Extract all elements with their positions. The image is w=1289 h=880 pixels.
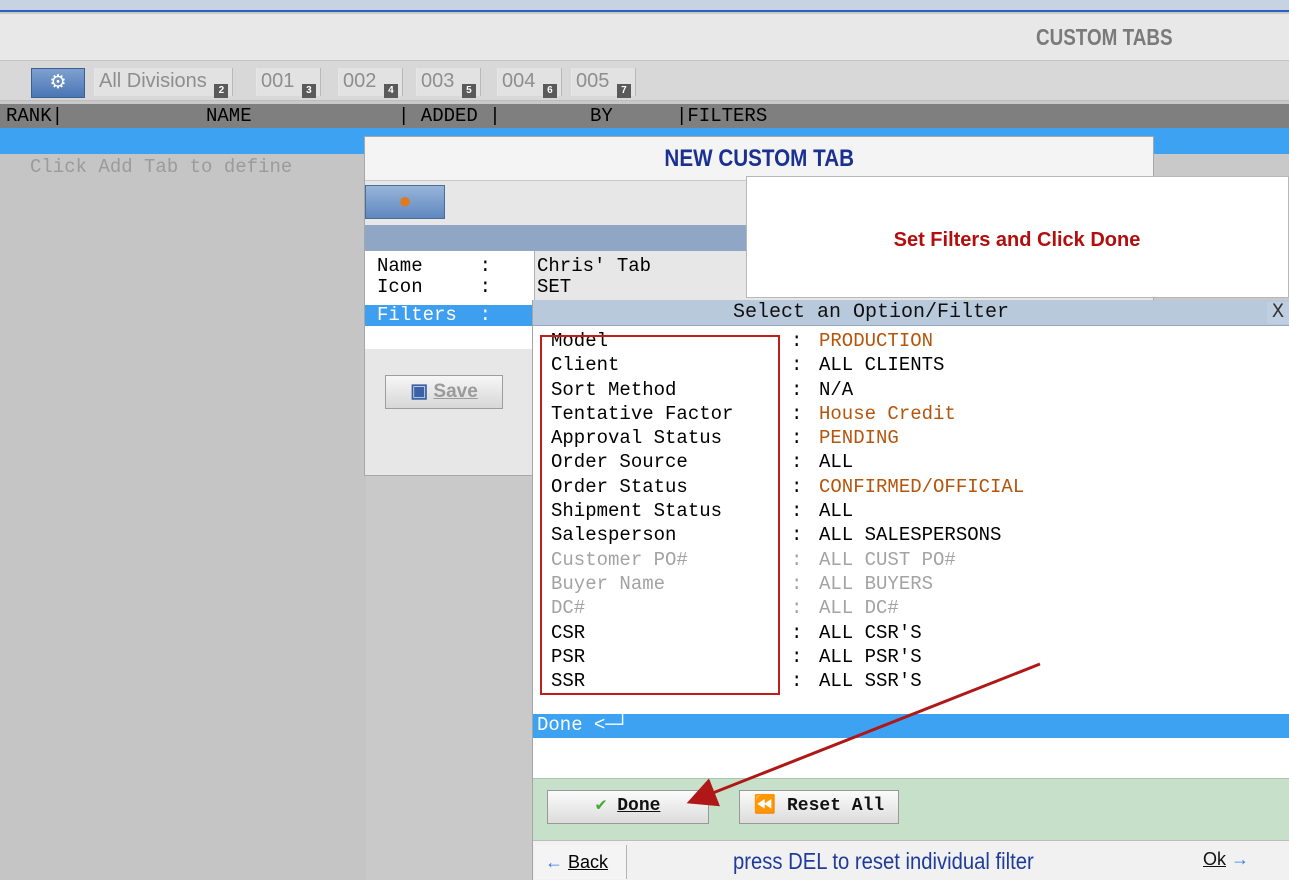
top-window-strip xyxy=(0,0,1289,12)
filter-value: ALL SALESPERSONS xyxy=(819,524,1002,547)
tab-label: 003 xyxy=(421,70,455,92)
filter-separator: : xyxy=(791,548,803,571)
filter-value: CONFIRMED/OFFICIAL xyxy=(819,475,1025,498)
name-field-value[interactable]: Chris' Tab xyxy=(537,255,651,277)
app-title: CUSTOM TABS xyxy=(1036,24,1173,50)
filter-value: ALL xyxy=(819,500,854,523)
filter-labels-highlight xyxy=(540,335,780,695)
filter-value: N/A xyxy=(819,378,854,401)
ok-button[interactable]: Ok → xyxy=(1203,849,1249,870)
tab-badge: 4 xyxy=(383,84,398,98)
column-rank[interactable]: RANK| xyxy=(6,104,63,128)
tab-badge: 7 xyxy=(616,84,631,98)
tab-003[interactable]: 003 5 xyxy=(416,68,481,98)
filter-value: ALL CUST PO# xyxy=(819,548,956,571)
close-icon[interactable]: X xyxy=(1267,302,1289,324)
reset-all-button[interactable]: ⏪ Reset All xyxy=(739,790,899,824)
filter-separator: : xyxy=(791,572,803,595)
column-filters[interactable]: |FILTERS xyxy=(676,104,767,128)
filter-separator: : xyxy=(791,670,803,693)
tab-label: 001 xyxy=(261,70,295,92)
filter-value: ALL CLIENTS xyxy=(819,354,945,377)
arrow-left-icon: ← xyxy=(545,852,563,872)
bottom-nav-bar: ← Back press DEL to reset individual fil… xyxy=(533,840,1289,880)
filter-value: House Credit xyxy=(819,402,956,425)
empty-list-hint: Click Add Tab to define xyxy=(30,156,293,178)
tab-label: 004 xyxy=(502,70,536,92)
tab-005[interactable]: 005 7 xyxy=(571,68,636,98)
tab-004[interactable]: 004 6 xyxy=(497,68,562,98)
filter-separator: : xyxy=(791,475,803,498)
tab-label: 005 xyxy=(576,70,610,92)
user-icon[interactable]: ● xyxy=(365,185,445,219)
column-name[interactable]: NAME xyxy=(206,104,252,128)
instruction-callout: Set Filters and Click Done xyxy=(746,176,1289,298)
tab-002[interactable]: 002 4 xyxy=(338,68,403,98)
dialog-title: NEW CUSTOM TAB xyxy=(365,137,1153,181)
option-panel-titlebar: Select an Option/Filter X xyxy=(533,300,1289,326)
filter-separator: : xyxy=(791,402,803,425)
checkmark-icon: ✔ xyxy=(595,796,607,816)
filter-separator: : xyxy=(791,330,803,352)
filter-separator: : xyxy=(791,621,803,644)
division-tab-bar: ⚙ All Divisions 2 001 3 002 4 003 5 004 … xyxy=(0,61,1289,101)
tab-badge: 2 xyxy=(214,84,229,98)
floppy-disk-icon: ▣ xyxy=(410,381,429,402)
tab-badge: 6 xyxy=(542,84,557,98)
filter-separator: : xyxy=(791,451,803,474)
filter-value: ALL PSR'S xyxy=(819,645,922,668)
filter-separator: : xyxy=(791,645,803,668)
icon-field-value[interactable]: SET xyxy=(537,276,571,298)
filter-separator: : xyxy=(791,378,803,401)
filter-value: ALL xyxy=(819,451,854,474)
filter-separator: : xyxy=(791,500,803,523)
filter-value: ALL CSR'S xyxy=(819,621,922,644)
filters-field-label: Filters : xyxy=(377,304,492,326)
tab-all-divisions[interactable]: All Divisions 2 xyxy=(94,68,234,98)
tab-label: All Divisions xyxy=(99,70,207,92)
filters-field[interactable]: Filters : xyxy=(365,304,535,326)
arrow-right-icon: → xyxy=(1231,849,1250,869)
reset-hint: press DEL to reset individual filter xyxy=(733,848,1034,874)
name-field-label: Name : xyxy=(377,255,492,277)
tab-list-pane xyxy=(0,154,366,880)
done-button[interactable]: ✔ Done xyxy=(547,790,709,824)
column-headers: RANK| NAME | ADDED | BY |FILTERS xyxy=(0,104,1289,128)
tab-badge: 3 xyxy=(301,84,316,98)
filter-value: ALL BUYERS xyxy=(819,572,934,595)
filter-value: PENDING xyxy=(819,427,899,450)
option-panel-title: Select an Option/Filter xyxy=(733,301,1010,324)
back-button[interactable]: ← Back xyxy=(535,845,627,879)
filter-value: PRODUCTION xyxy=(819,330,934,352)
filter-separator: : xyxy=(791,524,803,547)
tab-label: 002 xyxy=(343,70,377,92)
filter-value: ALL DC# xyxy=(819,597,899,620)
filter-separator: : xyxy=(791,354,803,377)
gear-icon[interactable]: ⚙ xyxy=(31,68,85,98)
fields-area: Name : Icon : xyxy=(365,251,535,349)
column-by[interactable]: BY xyxy=(590,104,613,128)
save-button[interactable]: ▣ Save xyxy=(385,375,503,409)
rewind-icon: ⏪ xyxy=(753,796,777,816)
done-row[interactable]: Done <─┘ xyxy=(533,714,1289,738)
app-title-bar: CUSTOM TABS xyxy=(0,14,1289,61)
column-added[interactable]: | ADDED | xyxy=(398,104,501,128)
filter-value: ALL SSR'S xyxy=(819,670,922,693)
tab-badge: 5 xyxy=(461,84,476,98)
tab-001[interactable]: 001 3 xyxy=(256,68,321,98)
filter-separator: : xyxy=(791,427,803,450)
callout-text: Set Filters and Click Done xyxy=(893,229,1141,251)
icon-field-label: Icon : xyxy=(377,276,492,298)
filter-separator: : xyxy=(791,597,803,620)
